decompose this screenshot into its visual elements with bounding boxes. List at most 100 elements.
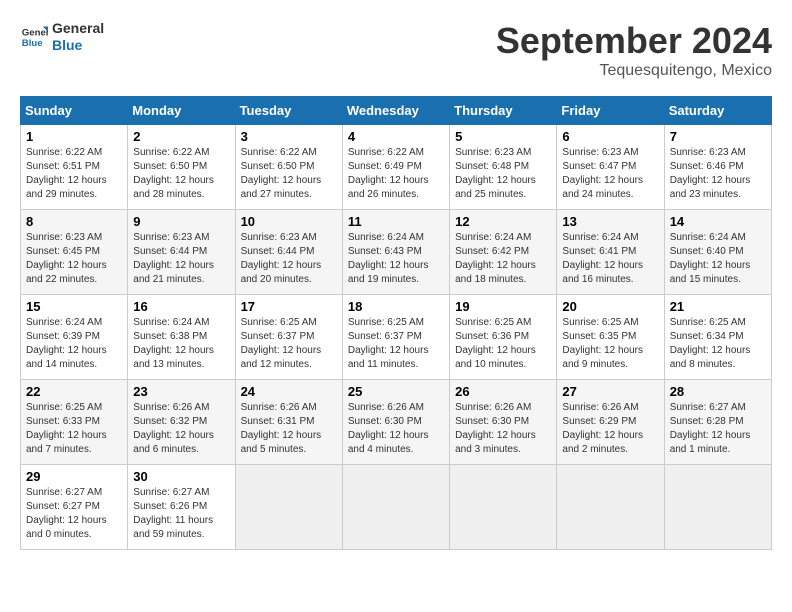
weekday-header: Monday [128, 97, 235, 125]
month-title: September 2024 [496, 20, 772, 62]
logo-icon: General Blue [20, 23, 48, 51]
day-number: 25 [348, 384, 444, 399]
day-number: 27 [562, 384, 658, 399]
day-detail: Sunrise: 6:23 AM Sunset: 6:46 PM Dayligh… [670, 146, 766, 202]
calendar-cell: 21 Sunrise: 6:25 AM Sunset: 6:34 PM Dayl… [664, 295, 771, 380]
day-number: 18 [348, 299, 444, 314]
calendar-row: 29 Sunrise: 6:27 AM Sunset: 6:27 PM Dayl… [21, 465, 772, 550]
calendar-cell: 14 Sunrise: 6:24 AM Sunset: 6:40 PM Dayl… [664, 210, 771, 295]
day-detail: Sunrise: 6:26 AM Sunset: 6:30 PM Dayligh… [455, 401, 551, 457]
day-number: 30 [133, 469, 229, 484]
calendar-cell: 6 Sunrise: 6:23 AM Sunset: 6:47 PM Dayli… [557, 125, 664, 210]
calendar-cell: 1 Sunrise: 6:22 AM Sunset: 6:51 PM Dayli… [21, 125, 128, 210]
svg-text:Blue: Blue [22, 38, 43, 49]
calendar-cell: 28 Sunrise: 6:27 AM Sunset: 6:28 PM Dayl… [664, 380, 771, 465]
location-title: Tequesquitengo, Mexico [496, 62, 772, 80]
day-detail: Sunrise: 6:22 AM Sunset: 6:51 PM Dayligh… [26, 146, 122, 202]
day-detail: Sunrise: 6:23 AM Sunset: 6:47 PM Dayligh… [562, 146, 658, 202]
day-detail: Sunrise: 6:25 AM Sunset: 6:35 PM Dayligh… [562, 316, 658, 372]
calendar-cell: 26 Sunrise: 6:26 AM Sunset: 6:30 PM Dayl… [450, 380, 557, 465]
day-detail: Sunrise: 6:27 AM Sunset: 6:27 PM Dayligh… [26, 486, 122, 542]
day-number: 9 [133, 214, 229, 229]
calendar-cell: 11 Sunrise: 6:24 AM Sunset: 6:43 PM Dayl… [342, 210, 449, 295]
calendar-cell: 15 Sunrise: 6:24 AM Sunset: 6:39 PM Dayl… [21, 295, 128, 380]
day-number: 12 [455, 214, 551, 229]
logo: General Blue General Blue [20, 20, 104, 54]
day-number: 19 [455, 299, 551, 314]
day-number: 28 [670, 384, 766, 399]
calendar-cell: 5 Sunrise: 6:23 AM Sunset: 6:48 PM Dayli… [450, 125, 557, 210]
day-detail: Sunrise: 6:25 AM Sunset: 6:37 PM Dayligh… [241, 316, 337, 372]
calendar-cell: 7 Sunrise: 6:23 AM Sunset: 6:46 PM Dayli… [664, 125, 771, 210]
day-detail: Sunrise: 6:23 AM Sunset: 6:45 PM Dayligh… [26, 231, 122, 287]
day-number: 29 [26, 469, 122, 484]
day-detail: Sunrise: 6:25 AM Sunset: 6:34 PM Dayligh… [670, 316, 766, 372]
weekday-header: Tuesday [235, 97, 342, 125]
day-number: 16 [133, 299, 229, 314]
weekday-header: Sunday [21, 97, 128, 125]
day-detail: Sunrise: 6:26 AM Sunset: 6:31 PM Dayligh… [241, 401, 337, 457]
calendar-cell [450, 465, 557, 550]
day-detail: Sunrise: 6:22 AM Sunset: 6:50 PM Dayligh… [241, 146, 337, 202]
day-detail: Sunrise: 6:24 AM Sunset: 6:38 PM Dayligh… [133, 316, 229, 372]
day-number: 14 [670, 214, 766, 229]
day-number: 5 [455, 129, 551, 144]
calendar-cell: 8 Sunrise: 6:23 AM Sunset: 6:45 PM Dayli… [21, 210, 128, 295]
calendar-cell: 19 Sunrise: 6:25 AM Sunset: 6:36 PM Dayl… [450, 295, 557, 380]
day-number: 6 [562, 129, 658, 144]
calendar-cell: 3 Sunrise: 6:22 AM Sunset: 6:50 PM Dayli… [235, 125, 342, 210]
day-detail: Sunrise: 6:23 AM Sunset: 6:44 PM Dayligh… [241, 231, 337, 287]
day-number: 15 [26, 299, 122, 314]
weekday-header: Wednesday [342, 97, 449, 125]
calendar-cell: 13 Sunrise: 6:24 AM Sunset: 6:41 PM Dayl… [557, 210, 664, 295]
day-detail: Sunrise: 6:24 AM Sunset: 6:42 PM Dayligh… [455, 231, 551, 287]
day-detail: Sunrise: 6:24 AM Sunset: 6:40 PM Dayligh… [670, 231, 766, 287]
calendar-row: 1 Sunrise: 6:22 AM Sunset: 6:51 PM Dayli… [21, 125, 772, 210]
calendar-row: 15 Sunrise: 6:24 AM Sunset: 6:39 PM Dayl… [21, 295, 772, 380]
calendar-cell: 30 Sunrise: 6:27 AM Sunset: 6:26 PM Dayl… [128, 465, 235, 550]
calendar-cell: 20 Sunrise: 6:25 AM Sunset: 6:35 PM Dayl… [557, 295, 664, 380]
day-detail: Sunrise: 6:25 AM Sunset: 6:33 PM Dayligh… [26, 401, 122, 457]
day-number: 13 [562, 214, 658, 229]
calendar-cell: 9 Sunrise: 6:23 AM Sunset: 6:44 PM Dayli… [128, 210, 235, 295]
calendar-cell: 12 Sunrise: 6:24 AM Sunset: 6:42 PM Dayl… [450, 210, 557, 295]
calendar-cell: 16 Sunrise: 6:24 AM Sunset: 6:38 PM Dayl… [128, 295, 235, 380]
calendar-cell: 25 Sunrise: 6:26 AM Sunset: 6:30 PM Dayl… [342, 380, 449, 465]
day-number: 21 [670, 299, 766, 314]
calendar-row: 22 Sunrise: 6:25 AM Sunset: 6:33 PM Dayl… [21, 380, 772, 465]
calendar-cell [235, 465, 342, 550]
day-detail: Sunrise: 6:27 AM Sunset: 6:28 PM Dayligh… [670, 401, 766, 457]
day-number: 4 [348, 129, 444, 144]
calendar-cell: 2 Sunrise: 6:22 AM Sunset: 6:50 PM Dayli… [128, 125, 235, 210]
day-number: 24 [241, 384, 337, 399]
calendar-header: SundayMondayTuesdayWednesdayThursdayFrid… [21, 97, 772, 125]
calendar-table: SundayMondayTuesdayWednesdayThursdayFrid… [20, 96, 772, 550]
day-number: 22 [26, 384, 122, 399]
calendar-cell: 10 Sunrise: 6:23 AM Sunset: 6:44 PM Dayl… [235, 210, 342, 295]
calendar-cell: 27 Sunrise: 6:26 AM Sunset: 6:29 PM Dayl… [557, 380, 664, 465]
title-block: September 2024 Tequesquitengo, Mexico [496, 20, 772, 80]
calendar-cell: 18 Sunrise: 6:25 AM Sunset: 6:37 PM Dayl… [342, 295, 449, 380]
day-number: 8 [26, 214, 122, 229]
day-detail: Sunrise: 6:23 AM Sunset: 6:48 PM Dayligh… [455, 146, 551, 202]
page-header: General Blue General Blue September 2024… [20, 20, 772, 80]
day-detail: Sunrise: 6:26 AM Sunset: 6:32 PM Dayligh… [133, 401, 229, 457]
day-number: 17 [241, 299, 337, 314]
calendar-body: 1 Sunrise: 6:22 AM Sunset: 6:51 PM Dayli… [21, 125, 772, 550]
logo-blue: Blue [52, 37, 104, 54]
day-number: 3 [241, 129, 337, 144]
day-detail: Sunrise: 6:23 AM Sunset: 6:44 PM Dayligh… [133, 231, 229, 287]
day-detail: Sunrise: 6:26 AM Sunset: 6:29 PM Dayligh… [562, 401, 658, 457]
day-number: 20 [562, 299, 658, 314]
day-number: 7 [670, 129, 766, 144]
day-detail: Sunrise: 6:24 AM Sunset: 6:41 PM Dayligh… [562, 231, 658, 287]
day-detail: Sunrise: 6:22 AM Sunset: 6:49 PM Dayligh… [348, 146, 444, 202]
day-detail: Sunrise: 6:25 AM Sunset: 6:36 PM Dayligh… [455, 316, 551, 372]
weekday-header: Saturday [664, 97, 771, 125]
calendar-cell [557, 465, 664, 550]
day-detail: Sunrise: 6:24 AM Sunset: 6:43 PM Dayligh… [348, 231, 444, 287]
calendar-cell [664, 465, 771, 550]
weekday-header: Friday [557, 97, 664, 125]
calendar-cell: 17 Sunrise: 6:25 AM Sunset: 6:37 PM Dayl… [235, 295, 342, 380]
day-number: 1 [26, 129, 122, 144]
